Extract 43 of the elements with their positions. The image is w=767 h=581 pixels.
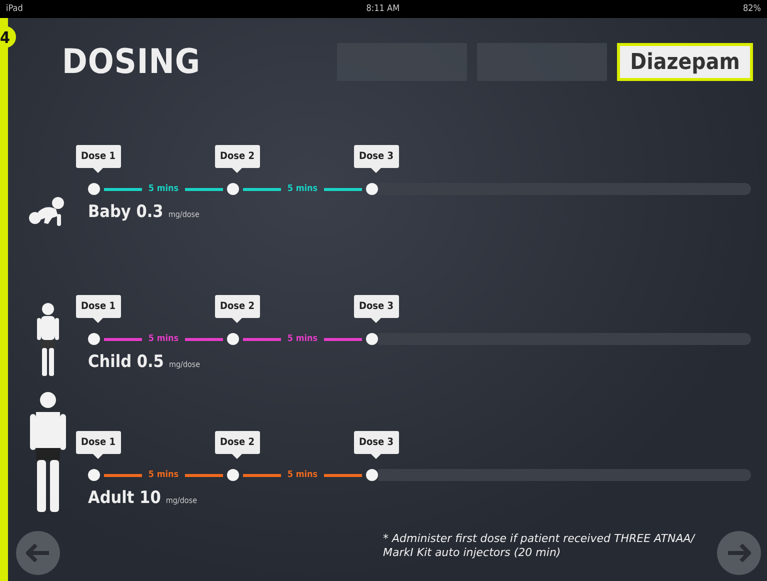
adult-figure-icon — [30, 390, 66, 514]
back-button[interactable] — [16, 531, 60, 575]
dose-callout: Dose 3 — [354, 295, 399, 323]
dose-dot — [227, 333, 239, 345]
dose-dot — [227, 183, 239, 195]
dose-dot — [88, 183, 100, 195]
device-name: iPad — [6, 4, 23, 14]
patient-dose: Adult 10 — [88, 488, 161, 508]
interval-label: 5 mins — [148, 184, 179, 194]
dose-dot — [88, 333, 100, 345]
dose-callout: Dose 2 — [215, 295, 260, 323]
drug-tab[interactable]: Diazepam — [617, 43, 753, 81]
dose-callout: Dose 2 — [215, 145, 260, 173]
interval-label: 5 mins — [287, 334, 318, 344]
forward-arrow-icon — [727, 544, 751, 562]
next-button[interactable] — [717, 531, 761, 575]
back-arrow-icon — [26, 544, 50, 562]
page-title: DOSING — [62, 42, 202, 82]
dose-unit: mg/dose — [166, 496, 198, 505]
dose-dot — [366, 333, 378, 345]
dose-unit: mg/dose — [168, 360, 200, 369]
dose-callout: Dose 1 — [76, 295, 121, 323]
dose-callout: Dose 2 — [215, 431, 260, 459]
step-badge: 4 — [0, 26, 16, 48]
dose-unit: mg/dose — [168, 210, 200, 219]
dose-callout: Dose 3 — [354, 145, 399, 173]
interval-label: 5 mins — [287, 184, 318, 194]
interval-label: 5 mins — [148, 470, 179, 480]
battery-level: 82% — [743, 4, 761, 14]
dose-callout: Dose 1 — [76, 145, 121, 173]
dose-dot — [88, 469, 100, 481]
interval-label: 5 mins — [148, 334, 179, 344]
dose-callout: Dose 1 — [76, 431, 121, 459]
dose-callout: Dose 3 — [354, 431, 399, 459]
child-figure-icon — [36, 302, 60, 378]
dose-dot — [227, 469, 239, 481]
patient-dose: Baby 0.3 — [88, 202, 164, 222]
status-time: 8:11 AM — [366, 4, 400, 14]
footnote: * Administer first dose if patient received THREE ATNAA/ MarkI Kit auto injectors (20 min) — [383, 532, 696, 560]
interval-label: 5 mins — [287, 470, 318, 480]
dose-dot — [366, 183, 378, 195]
patient-dose: Child 0.5 — [88, 352, 164, 372]
dose-dot — [366, 469, 378, 481]
